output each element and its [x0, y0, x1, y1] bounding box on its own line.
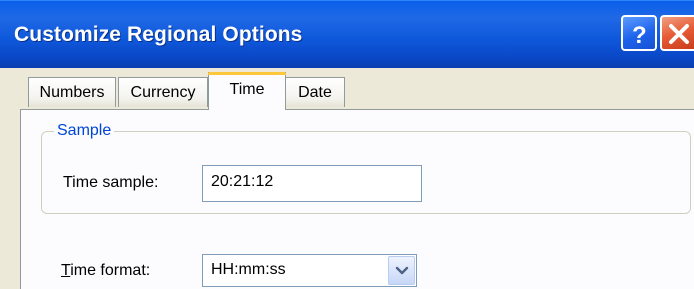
help-icon: ?: [632, 22, 647, 49]
time-format-label-text: ime format:: [70, 262, 151, 279]
time-format-dropdown-button[interactable]: [388, 256, 415, 285]
title-bar[interactable]: Customize Regional Options ?: [0, 0, 694, 68]
time-sample-field: 20:21:12: [202, 165, 422, 202]
close-icon: [669, 24, 689, 44]
tab-numbers[interactable]: Numbers: [28, 77, 116, 107]
close-button[interactable]: [660, 15, 694, 51]
tab-time[interactable]: Time: [208, 72, 286, 110]
time-format-value[interactable]: HH:mm:ss: [211, 261, 286, 279]
time-format-label: Time format:: [61, 262, 150, 280]
time-format-combobox[interactable]: HH:mm:ss: [202, 254, 417, 287]
tab-date[interactable]: Date: [285, 77, 345, 107]
window-title: Customize Regional Options: [14, 23, 303, 46]
help-button[interactable]: ?: [621, 15, 657, 51]
tab-currency[interactable]: Currency: [118, 77, 208, 107]
sample-group-label: Sample: [54, 122, 115, 140]
chevron-down-icon: [395, 266, 409, 275]
time-sample-label: Time sample:: [63, 174, 159, 191]
svg-text:?: ?: [632, 22, 647, 49]
dialog-body: Numbers Currency Time Date Sample Time s…: [0, 68, 694, 289]
tab-panel-time: Sample Time sample: 20:21:12 Time format…: [20, 109, 694, 289]
time-format-mnemonic: T: [61, 262, 71, 279]
